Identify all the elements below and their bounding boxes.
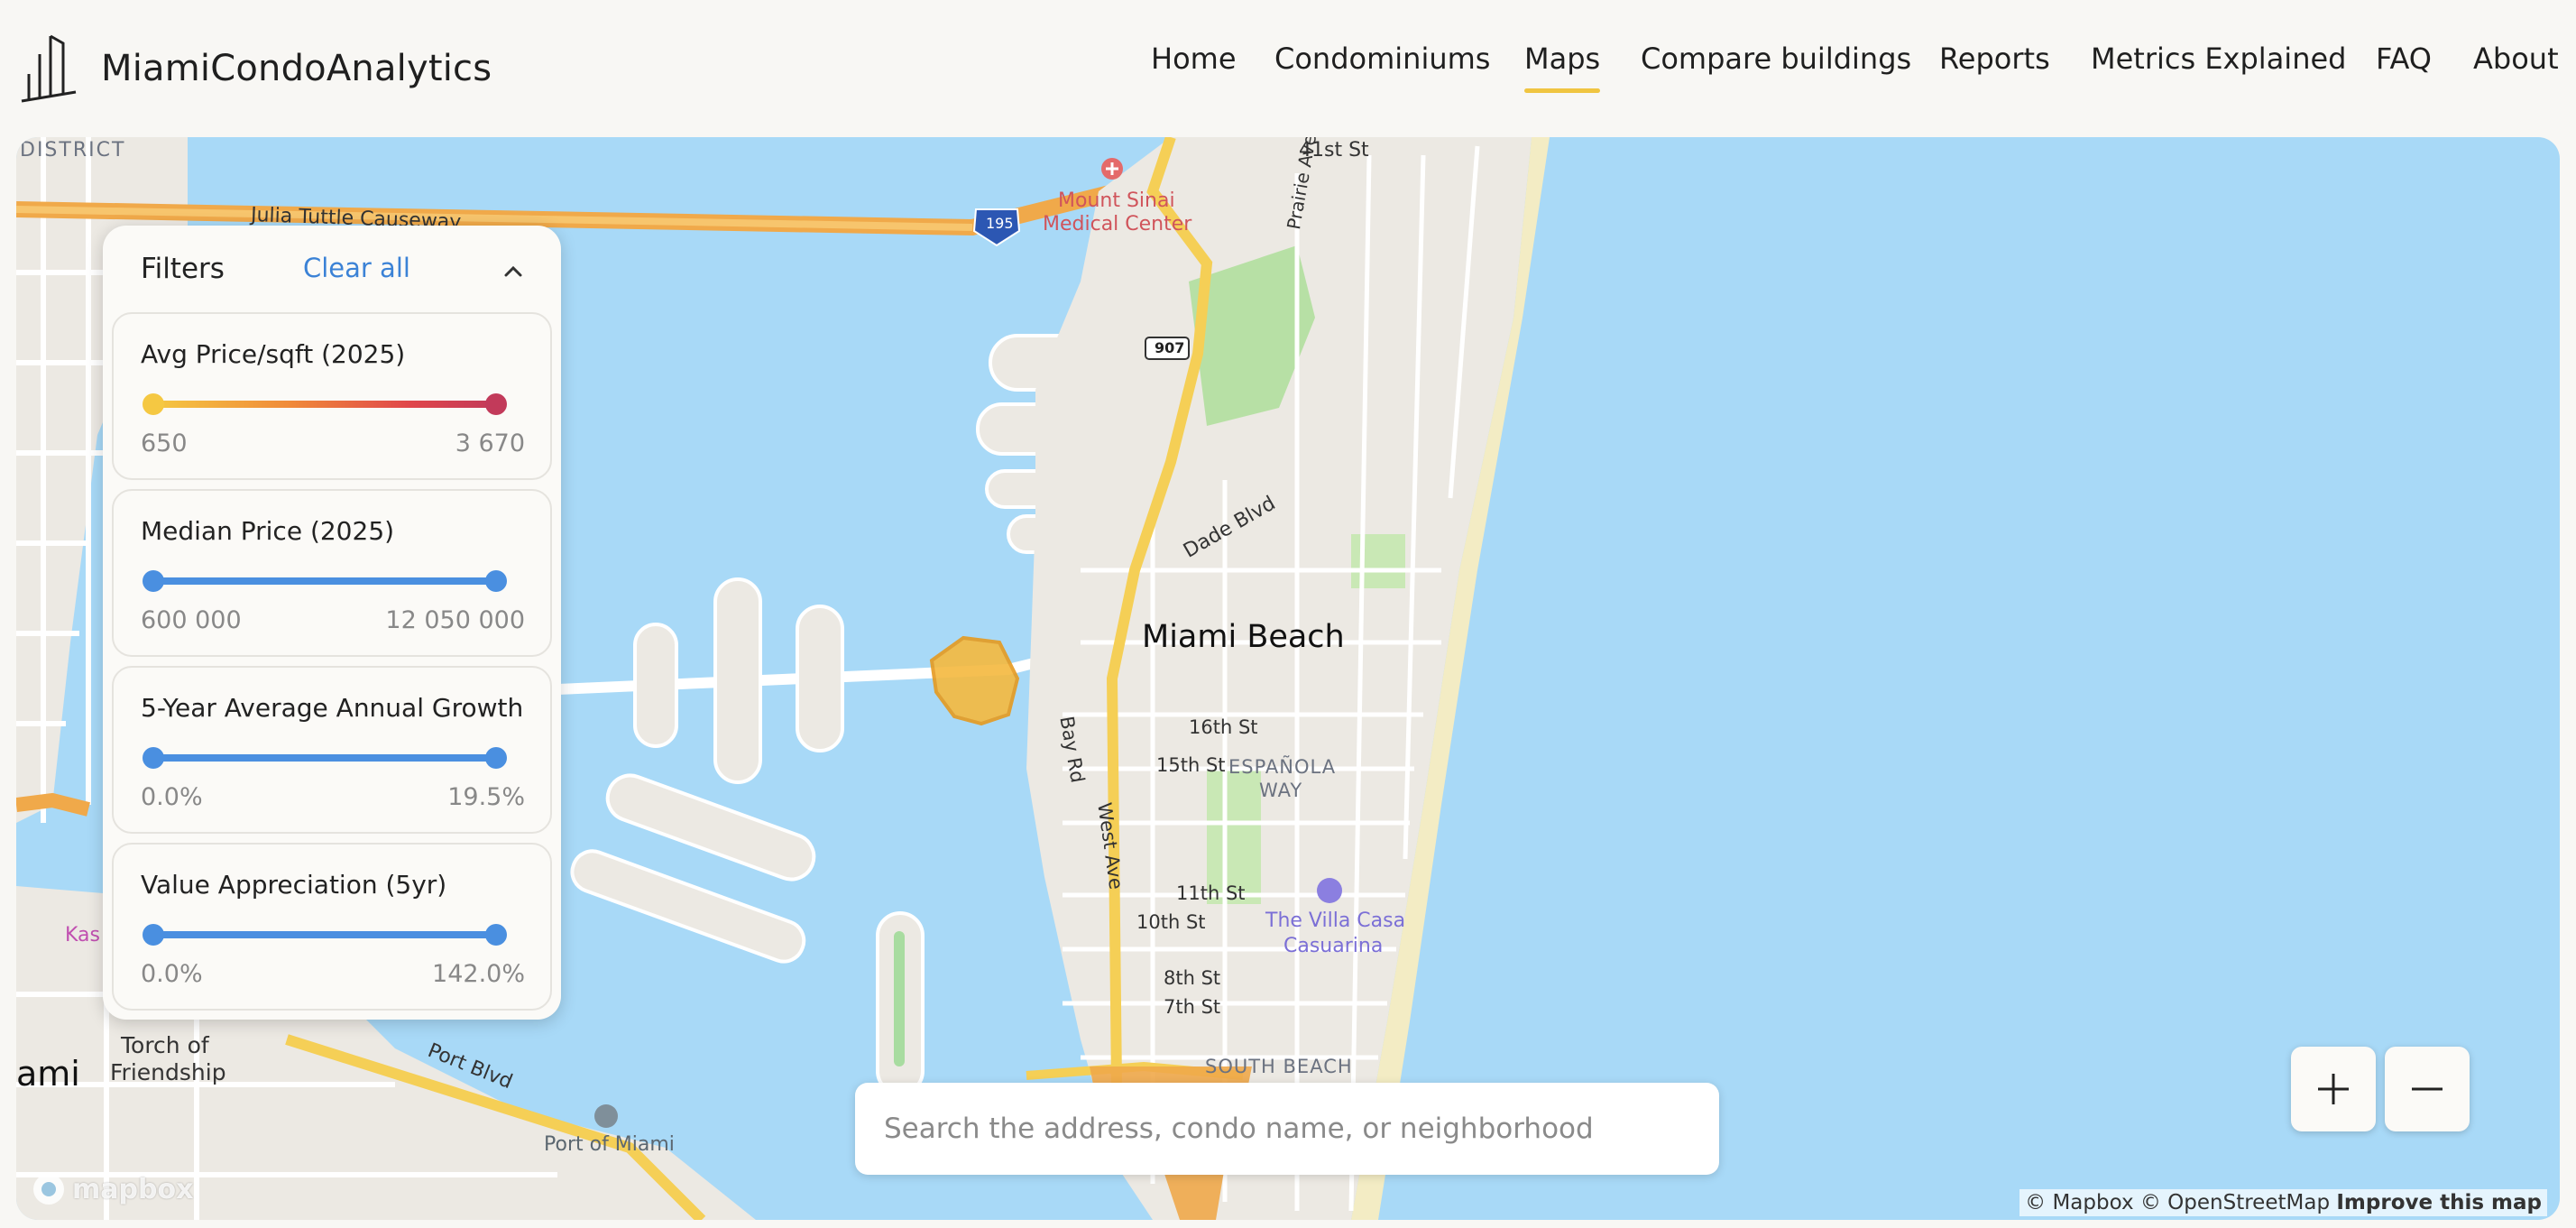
- map-label-port-of-miami: Port of Miami: [544, 1133, 675, 1156]
- map-label-route-195: 195: [986, 215, 1014, 232]
- growth-min-handle[interactable]: [143, 747, 164, 769]
- filters-header: Filters Clear all: [141, 253, 538, 298]
- chevron-up-icon[interactable]: [498, 256, 529, 287]
- map-label-kas: Kas: [65, 924, 100, 946]
- map-label-miami-beach: Miami Beach: [1142, 619, 1345, 655]
- slider-min-value: 600 000: [141, 606, 242, 634]
- logo[interactable]: MiamiCondoAnalytics: [18, 32, 492, 105]
- nav-compare-buildings[interactable]: Compare buildings: [1641, 42, 1911, 76]
- growth-max-handle[interactable]: [485, 747, 507, 769]
- map-label-villa-casa: The Villa Casa: [1265, 909, 1406, 932]
- search-input[interactable]: [884, 1106, 1678, 1151]
- map-label-8th-st: 8th St: [1164, 967, 1221, 989]
- map-label-11th-st: 11th St: [1176, 882, 1246, 904]
- map-label-medical-center: Medical Center: [1043, 213, 1192, 235]
- slider-min-value: 650: [141, 429, 188, 457]
- filter-value-appreciation: Value Appreciation (5yr) 0.0% 142.0%: [112, 843, 552, 1011]
- logo-icon: [21, 34, 77, 103]
- map-label-16th-st: 16th St: [1189, 716, 1258, 738]
- median-price-min-handle[interactable]: [143, 570, 164, 592]
- slider-max-value: 142.0%: [432, 960, 525, 988]
- improve-map-link[interactable]: Improve this map: [2336, 1191, 2542, 1214]
- map-label-torch-1: Torch of: [121, 1032, 209, 1058]
- slider-min-value: 0.0%: [141, 783, 203, 811]
- median-price-max-handle[interactable]: [485, 570, 507, 592]
- mapbox-wordmark: mapbox: [72, 1173, 194, 1205]
- map-attribution: © Mapbox © OpenStreetMap Improve this ma…: [2019, 1189, 2547, 1216]
- nav-reports[interactable]: Reports: [1939, 42, 2050, 76]
- slider-max-value: 12 050 000: [385, 606, 525, 634]
- growth-slider-track[interactable]: [153, 754, 496, 762]
- plus-icon: [2318, 1074, 2349, 1104]
- map-label-way: WAY: [1259, 780, 1303, 801]
- filter-label: 5-Year Average Annual Growth: [141, 693, 524, 723]
- map-label-district: DISTRICT: [20, 139, 126, 162]
- price-sqft-max-handle[interactable]: [485, 393, 507, 415]
- search-box: [855, 1083, 1719, 1175]
- zoom-in-button[interactable]: [2291, 1047, 2376, 1131]
- minus-icon: [2412, 1087, 2443, 1091]
- map-label-7th-st: 7th St: [1164, 996, 1221, 1018]
- nav-faq[interactable]: FAQ: [2376, 42, 2432, 76]
- appreciation-slider-track[interactable]: [153, 931, 496, 938]
- map-label-mount-sinai: Mount Sinai: [1058, 189, 1175, 212]
- appreciation-min-handle[interactable]: [143, 924, 164, 946]
- map-label-casuarina: Casuarina: [1283, 935, 1384, 957]
- clear-all-button[interactable]: Clear all: [303, 253, 410, 283]
- header: MiamiCondoAnalytics Home Condominiums Ma…: [0, 0, 2576, 135]
- slider-max-value: 3 670: [455, 429, 525, 457]
- nav-metrics-explained[interactable]: Metrics Explained: [2091, 42, 2346, 76]
- map-label-torch-2: Friendship: [110, 1059, 226, 1085]
- map-label-15th-st: 15th St: [1156, 754, 1226, 776]
- map-label-10th-st: 10th St: [1136, 911, 1206, 933]
- nav-condominiums[interactable]: Condominiums: [1274, 42, 1490, 76]
- map-label-miami: ami: [16, 1054, 80, 1094]
- filters-panel: Filters Clear all Avg Price/sqft (2025) …: [103, 226, 561, 1020]
- nav-about[interactable]: About: [2473, 42, 2559, 76]
- map-label-route-907: 907: [1155, 339, 1185, 356]
- slider-min-value: 0.0%: [141, 960, 203, 988]
- filters-title: Filters: [141, 253, 225, 285]
- filter-median-price: Median Price (2025) 600 000 12 050 000: [112, 489, 552, 657]
- app-name: MiamiCondoAnalytics: [101, 48, 492, 89]
- median-price-slider-track[interactable]: [153, 577, 496, 585]
- map-label-espanola: ESPAÑOLA: [1228, 756, 1337, 778]
- nav-maps[interactable]: Maps: [1524, 42, 1601, 93]
- map-label-south-beach: SOUTH BEACH: [1205, 1056, 1353, 1077]
- price-sqft-min-handle[interactable]: [143, 393, 164, 415]
- filter-label: Avg Price/sqft (2025): [141, 339, 406, 369]
- attribution-text[interactable]: © Mapbox © OpenStreetMap: [2025, 1191, 2330, 1214]
- mapbox-logo[interactable]: mapbox: [31, 1171, 193, 1207]
- filter-5yr-growth: 5-Year Average Annual Growth 0.0% 19.5%: [112, 666, 552, 834]
- nav-home[interactable]: Home: [1151, 42, 1237, 76]
- slider-max-value: 19.5%: [447, 783, 525, 811]
- filter-label: Median Price (2025): [141, 516, 395, 546]
- price-sqft-slider-track[interactable]: [153, 401, 496, 408]
- filter-label: Value Appreciation (5yr): [141, 870, 447, 900]
- mapbox-icon: [33, 1174, 64, 1205]
- filter-avg-price-sqft: Avg Price/sqft (2025) 650 3 670: [112, 312, 552, 480]
- appreciation-max-handle[interactable]: [485, 924, 507, 946]
- zoom-out-button[interactable]: [2385, 1047, 2470, 1131]
